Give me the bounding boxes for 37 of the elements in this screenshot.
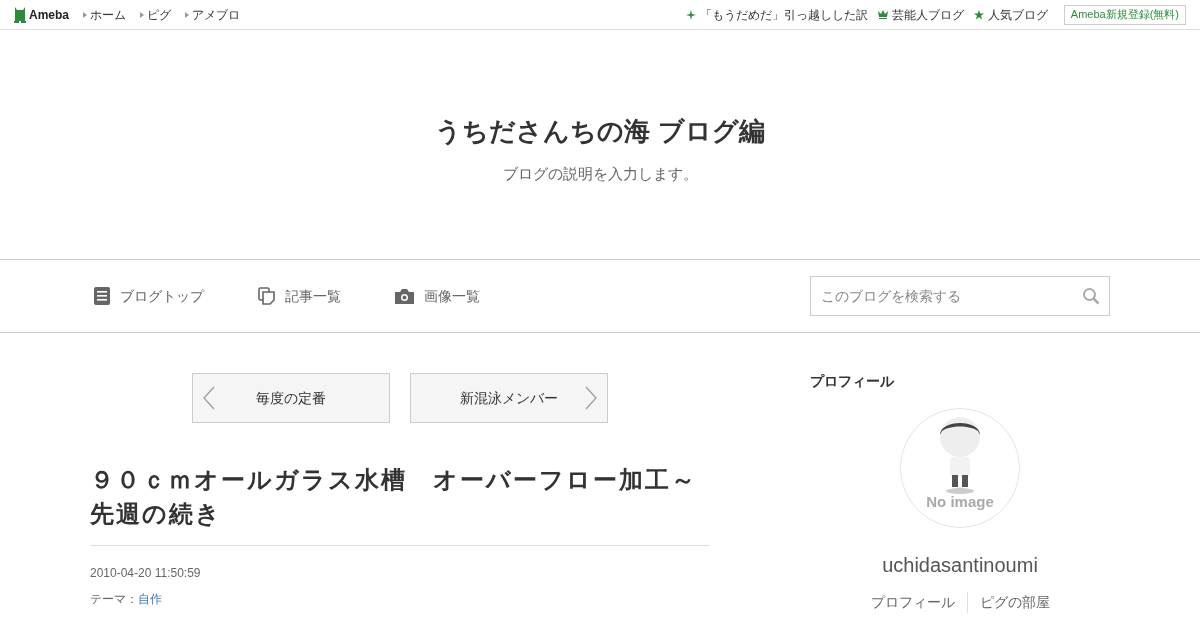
topbar-link[interactable]: ホーム [90,5,126,24]
document-icon [94,287,110,305]
profile-link[interactable]: プロフィール [870,592,967,613]
caret-icon [185,11,189,18]
topbar-link[interactable]: 人気ブログ [987,5,1048,24]
chevron-right-icon [585,386,597,410]
topbar-link[interactable]: 芸能人ブログ [891,5,964,24]
caret-icon [140,11,144,18]
next-entry-button[interactable]: 新混泳メンバー [410,373,608,423]
ameba-logo[interactable]: Ameba [14,5,69,24]
nav-link[interactable]: 画像一覧 [424,285,480,307]
chevron-left-icon [203,386,215,410]
theme-link[interactable]: 自作 [138,590,162,608]
sidebar-heading: プロフィール [810,372,895,391]
previous-entry-button[interactable]: 毎度の定番 [192,373,390,423]
caret-icon [83,11,87,18]
search-field[interactable]: このブログを検索する [810,276,1110,316]
theme-label: テーマ： [90,591,138,608]
blog-description: ブログの説明を入力します。 [502,163,698,184]
copy-icon [258,287,275,305]
search-icon[interactable] [1082,287,1100,305]
username[interactable]: uchidasantinoumi [810,550,1110,580]
signup-button[interactable]: Ameba新規登録(無料) [1063,4,1186,25]
article-date: 2010-04-20 11:50:59 [90,565,202,582]
blog-title[interactable]: うちださんちの海 ブログ編 [435,111,765,151]
camera-icon [395,288,414,304]
article-title: ９０ｃｍオールガラス水槽 オーバーフロー加工～先週の続き [90,463,710,546]
nav-link[interactable]: ブログトップ [120,285,204,307]
crown-icon [877,10,888,19]
nav-link[interactable]: 記事一覧 [285,285,341,307]
sparkle-icon [685,9,696,20]
topbar-link[interactable]: 「もうだめだ」引っ越しした訳 [699,5,868,24]
star-icon [973,9,984,20]
topbar-link[interactable]: ピグ [147,5,171,24]
avatar-caption: No image [926,492,994,512]
topbar-link[interactable]: アメブロ [192,5,240,24]
profile-link[interactable]: ピグの部屋 [966,592,1050,613]
